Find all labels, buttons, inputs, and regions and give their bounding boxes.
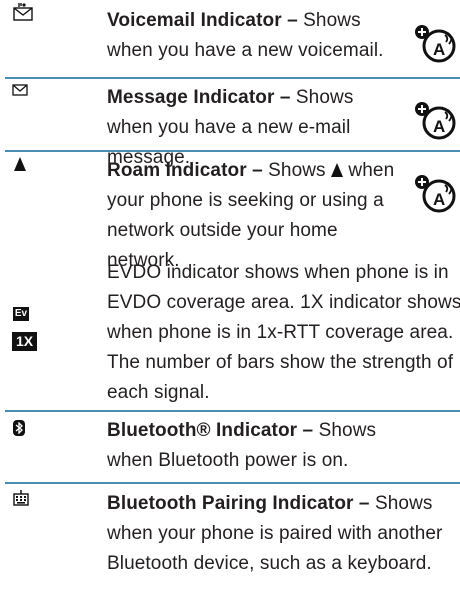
bluetooth-icon	[13, 420, 25, 441]
voicemail-title: Voicemail Indicator –	[107, 10, 298, 31]
bluetooth-title: Bluetooth® Indicator –	[107, 420, 314, 441]
ev-label: Ev	[13, 307, 29, 321]
message-title: Message Indicator –	[107, 87, 291, 108]
svg-text:A: A	[433, 40, 445, 59]
onex-label: 1X	[12, 332, 37, 351]
speakerphone-accessibility-icon: A	[413, 99, 457, 143]
roam-row: Roam Indicator – Shows when your phone i…	[5, 152, 460, 271]
bluetooth-row: Bluetooth® Indicator – Shows when Blueto…	[5, 412, 460, 484]
message-row: Message Indicator – Shows when you have …	[5, 79, 460, 168]
voicemail-row: Voicemail Indicator – Shows when you hav…	[5, 0, 460, 79]
roam-inline-triangle-icon	[331, 163, 344, 177]
indicator-table: Voicemail Indicator – Shows when you hav…	[5, 0, 460, 613]
evdo-row: Ev 1X EVDO indicator shows when phone is…	[5, 257, 460, 412]
speakerphone-accessibility-icon: A	[413, 172, 457, 216]
bluetooth-pairing-row: Bluetooth Pairing Indicator – Shows when…	[5, 484, 460, 613]
voicemail-text: Voicemail Indicator – Shows when you hav…	[107, 6, 407, 66]
roam-desc-before: Shows	[262, 160, 332, 181]
evdo-text: EVDO indicator shows when phone is in EV…	[107, 262, 460, 403]
voicemail-icon	[11, 2, 35, 27]
bluetooth-keyboard-icon	[13, 490, 29, 511]
evdo-icon: Ev	[13, 303, 29, 321]
bluetooth-text: Bluetooth® Indicator – Shows when Blueto…	[107, 416, 417, 476]
roam-title: Roam Indicator –	[107, 160, 263, 181]
roam-triangle-icon	[14, 157, 26, 175]
svg-text:A: A	[433, 190, 445, 209]
bluetooth-pairing-title: Bluetooth Pairing Indicator –	[107, 493, 370, 514]
onex-icon: 1X	[12, 332, 37, 351]
svg-text:A: A	[433, 117, 445, 136]
speakerphone-accessibility-icon: A	[413, 22, 457, 66]
bluetooth-pairing-text: Bluetooth Pairing Indicator – Shows when…	[107, 489, 452, 579]
message-envelope-icon	[11, 82, 31, 103]
